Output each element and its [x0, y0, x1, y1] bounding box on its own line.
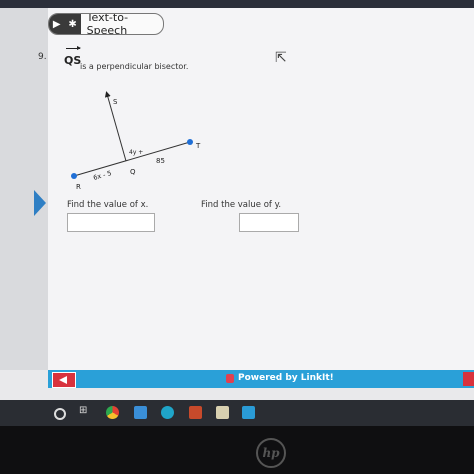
- tts-controls[interactable]: ▶ ✱: [49, 14, 81, 34]
- previous-button[interactable]: [52, 372, 76, 388]
- edge-icon[interactable]: [161, 406, 174, 419]
- chrome-icon[interactable]: [106, 406, 119, 419]
- question-statement: is a perpendicular bisector.: [80, 62, 189, 71]
- footer-bar: Powered by LinkIt!: [48, 370, 474, 388]
- monitor-bezel: [0, 426, 474, 474]
- media-icon[interactable]: [134, 406, 147, 419]
- x-answer-input[interactable]: [67, 213, 155, 232]
- point-t: [187, 139, 193, 145]
- play-icon: ▶: [52, 18, 61, 30]
- question-number: 9.: [38, 52, 47, 62]
- gear-icon: ✱: [68, 18, 77, 30]
- top-band: [0, 0, 474, 8]
- label-t: T: [195, 142, 201, 150]
- label-r: R: [76, 183, 81, 191]
- find-y-prompt: Find the value of y.: [201, 200, 282, 210]
- tts-label: Text-to-Speech: [86, 13, 129, 35]
- teams-icon[interactable]: [242, 406, 255, 419]
- mouse-cursor-icon: ⇱: [275, 50, 287, 66]
- task-view-icon[interactable]: ⊞: [79, 405, 92, 418]
- left-rail: [0, 8, 48, 370]
- geometry-diagram: S T Q R 4y + 6x - 5 85: [71, 91, 201, 191]
- screen: ▶ ✱ Text-to-Speech 9. QS is a perpendicu…: [0, 0, 474, 400]
- photos-icon[interactable]: [216, 406, 229, 419]
- linkit-icon: [226, 374, 234, 383]
- ray-arrow-icon: [66, 46, 81, 50]
- y-answer-input[interactable]: [239, 213, 299, 232]
- ray-label: QS: [64, 46, 81, 67]
- find-x-prompt: Find the value of x.: [67, 200, 149, 210]
- point-r: [71, 173, 77, 179]
- taskbar: [0, 400, 474, 426]
- label-6x-5: 6x - 5: [92, 169, 112, 182]
- label-angle: 4y +: [129, 149, 143, 156]
- circle-icon[interactable]: [54, 408, 66, 420]
- hp-logo: hp: [256, 438, 286, 468]
- label-85: 85: [156, 157, 165, 165]
- next-button[interactable]: [463, 372, 474, 386]
- label-s: S: [113, 98, 118, 106]
- label-q: Q: [130, 168, 136, 176]
- powered-by-text: Powered by LinkIt!: [238, 373, 334, 383]
- text-to-speech-button[interactable]: ▶ ✱ Text-to-Speech: [48, 13, 164, 35]
- store-icon[interactable]: [189, 406, 202, 419]
